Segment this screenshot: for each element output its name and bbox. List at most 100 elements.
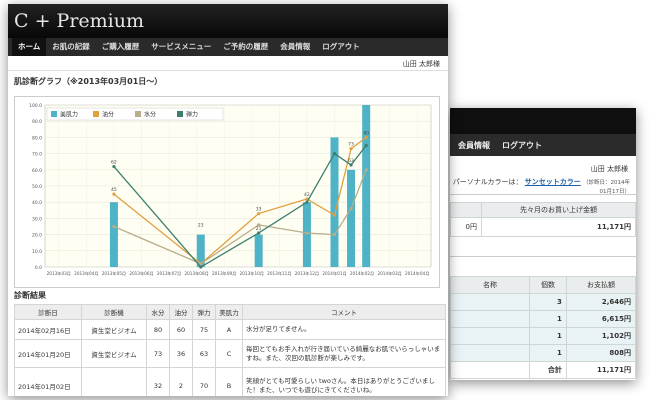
personal-color: パーソナルカラーは： サンセットカラー （診断日：2014年01月17日）: [450, 174, 636, 195]
series-point: [332, 213, 337, 217]
item-amount: 1,102円: [565, 327, 636, 345]
legend-label: 水分: [144, 111, 156, 119]
legend-swatch: [51, 111, 57, 117]
nav-home[interactable]: ホーム: [12, 38, 47, 56]
items-header-name: 名称: [450, 276, 530, 294]
item-qty: 1: [529, 310, 567, 328]
back-nav-member-info[interactable]: 会員情報: [458, 140, 490, 151]
items-total-row: 合計 11,171円: [450, 361, 636, 379]
back-nav-logout[interactable]: ログアウト: [502, 140, 542, 151]
graph-title: 肌診断グラフ（※2013年03月01日〜）: [14, 77, 163, 86]
back-user-name: 山田 太郎様: [590, 165, 628, 173]
legend-swatch: [177, 111, 183, 117]
items-total-label: 合計: [529, 361, 567, 379]
data-label: 80: [363, 130, 369, 136]
front-window: C + Premium ホーム お肌の記録 ご購入履歴 サービスメニュー ご予約…: [8, 4, 448, 396]
sales-table: 先々月のお買い上げ金額 0円 11,171円: [450, 202, 636, 237]
user-name: 山田 太郎様: [402, 60, 440, 68]
divider: [450, 256, 636, 257]
y-tick-label: 90.0: [32, 119, 42, 125]
chart-bar: [302, 202, 311, 267]
cell-comment: 笑顔がとても可愛らしい twoさん。本日はありがとうございました！また、いつでも…: [242, 367, 446, 396]
x-tick-label: 2013年10月: [240, 270, 264, 277]
item-qty: 1: [529, 344, 567, 362]
col-oil: 油分: [169, 304, 193, 320]
col-device: 診断機: [81, 304, 147, 320]
results-title: 診断結果: [14, 291, 46, 300]
series-point: [199, 265, 203, 269]
sales-left-value: 0円: [450, 217, 482, 237]
item-qty: 3: [529, 293, 567, 311]
items-total-value: 11,171円: [565, 361, 636, 379]
y-tick-label: 50.0: [32, 184, 42, 190]
y-tick-label: 60.0: [32, 168, 42, 174]
col-elastic: 弾力: [192, 304, 216, 320]
back-window: 会員情報 ログアウト 山田 太郎様 パーソナルカラーは： サンセットカラー （診…: [450, 108, 636, 380]
cell-oil: 2: [169, 367, 193, 396]
item-amount: 808円: [565, 344, 636, 362]
y-tick-label: 10.0: [32, 249, 42, 255]
legend-swatch: [135, 111, 141, 117]
brand-logo: C + Premium: [8, 4, 448, 38]
y-tick-label: 40.0: [32, 200, 42, 206]
x-tick-label: 2013年12月: [295, 270, 319, 277]
nav-logout[interactable]: ログアウト: [316, 38, 366, 56]
nav-member-info[interactable]: 会員情報: [274, 38, 316, 56]
table-row: 1 808円: [450, 344, 636, 362]
table-row: 1 6,615円: [450, 310, 636, 328]
cell-device: 資生堂ビジオム: [81, 339, 147, 368]
x-tick-label: 2013年08月: [184, 270, 208, 277]
x-tick-label: 2014年01月: [322, 270, 346, 277]
data-label: 33: [256, 207, 262, 213]
y-tick-label: 100.0: [29, 103, 42, 109]
nav-skin-record[interactable]: お肌の記録: [46, 38, 96, 56]
cell-oil: 36: [169, 339, 193, 368]
series-point: [364, 168, 368, 172]
y-tick-label: 20.0: [32, 233, 42, 239]
nav-reservation-history[interactable]: ご予約の履歴: [217, 38, 274, 56]
nav-service-menu[interactable]: サービスメニュー: [145, 38, 217, 56]
back-topbar: [450, 108, 636, 134]
item-amount: 6,615円: [565, 310, 636, 328]
data-label: 45: [111, 187, 117, 193]
main-nav: ホーム お肌の記録 ご購入履歴 サービスメニュー ご予約の履歴 会員情報 ログア…: [8, 38, 448, 56]
chart-bar: [347, 169, 356, 267]
table-row: 1 1,102円: [450, 327, 636, 345]
data-label: 21: [256, 226, 262, 232]
cell-beauty: C: [215, 339, 243, 368]
series-point: [332, 233, 337, 237]
x-tick-label: 2013年05月: [102, 270, 126, 277]
chart-svg: 0.0 10.0 20.0 30.0 40.0 50.0 60.0 70.0 80.0 90.0 1…: [29, 103, 432, 277]
divider: [8, 70, 448, 71]
nav-purchase-history[interactable]: ご購入履歴: [96, 38, 146, 56]
x-tick-label: 2013年11月: [267, 270, 291, 277]
col-beauty: 美肌力: [215, 304, 243, 320]
cell-date: 2014年01月20日: [14, 339, 82, 368]
cell-device: 資生堂ビジオム: [81, 319, 147, 340]
cell-date: 2014年01月02日: [14, 367, 82, 396]
results-table: 診断日 診断機 水分 油分 弾力 美肌力 コメント 2014年02月16日 資生…: [14, 304, 446, 396]
cell-beauty: A: [215, 319, 243, 340]
legend-label: 弾力: [186, 111, 198, 119]
col-comment: コメント: [242, 304, 446, 320]
series-point: [364, 143, 368, 148]
personal-color-date: （診断日：2014年01月17日）: [583, 180, 630, 195]
series-point: [349, 207, 353, 211]
items-table: 名称 個数 お支払額 3 2,646円 1 6,615円 1 1,102円 1 808円…: [450, 276, 636, 379]
y-tick-label: 70.0: [32, 152, 42, 158]
cell-water: 32: [146, 367, 170, 396]
cell-device: [81, 367, 147, 396]
col-water: 水分: [146, 304, 170, 320]
x-tick-label: 2013年07月: [157, 270, 181, 277]
cell-water: 73: [146, 339, 170, 368]
cell-elastic: 75: [192, 319, 216, 340]
cell-beauty: B: [215, 367, 243, 396]
table-row: 2014年02月16日 資生堂ビジオム 80 60 75 A 水分が足りてません…: [14, 319, 446, 340]
cell-elastic: 63: [192, 339, 216, 368]
series-point: [305, 231, 309, 235]
legend-label: 油分: [102, 111, 114, 119]
item-amount: 2,646円: [565, 293, 636, 311]
y-tick-label: 80.0: [32, 135, 42, 141]
cell-elastic: 70: [192, 367, 216, 396]
personal-color-link[interactable]: サンセットカラー: [525, 178, 581, 186]
